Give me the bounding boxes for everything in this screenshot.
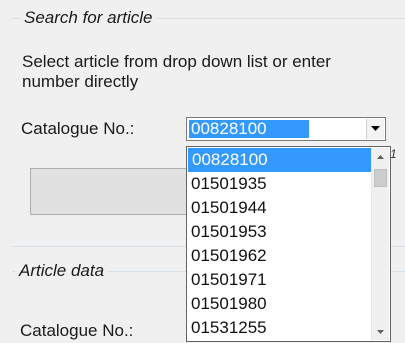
chevron-down-icon bbox=[371, 126, 380, 131]
search-group-legend: Search for article bbox=[20, 8, 157, 28]
dropdown-item[interactable]: 01501935 bbox=[187, 172, 372, 196]
article-catalogue-number-label: Catalogue No.: bbox=[20, 321, 134, 340]
catalogue-dropdown-list[interactable]: 00828100 01501935 01501944 01501953 01501962… bbox=[186, 146, 391, 342]
combobox-dropdown-button[interactable] bbox=[366, 119, 384, 139]
catalogue-number-label: Catalogue No.: bbox=[21, 119, 135, 138]
dropdown-items: 00828100 01501935 01501944 01501953 01501962… bbox=[187, 148, 372, 340]
dropdown-scrollbar[interactable] bbox=[371, 148, 389, 340]
scroll-down-button[interactable] bbox=[372, 323, 389, 340]
catalogue-number-combobox[interactable]: 00828100 bbox=[186, 117, 386, 141]
article-group-legend: Article data bbox=[15, 261, 109, 281]
scroll-down-arrow-icon bbox=[377, 329, 384, 334]
dropdown-item[interactable]: 01501962 bbox=[187, 244, 372, 268]
search-instruction-text: Select article from drop down list or en… bbox=[22, 52, 331, 91]
dropdown-item[interactable]: 01501944 bbox=[187, 196, 372, 220]
scroll-up-button[interactable] bbox=[372, 148, 389, 165]
dropdown-item[interactable]: 01501980 bbox=[187, 292, 372, 316]
catalogue-number-value[interactable]: 00828100 bbox=[189, 120, 309, 138]
scrollbar-thumb[interactable] bbox=[374, 169, 387, 187]
dropdown-item[interactable]: 01531255 bbox=[187, 316, 372, 340]
side-label: 1 bbox=[390, 147, 397, 161]
dropdown-item[interactable]: 01501953 bbox=[187, 220, 372, 244]
dropdown-item[interactable]: 00828100 bbox=[188, 148, 372, 172]
scroll-up-arrow-icon bbox=[377, 154, 384, 159]
dropdown-item[interactable]: 01501971 bbox=[187, 268, 372, 292]
